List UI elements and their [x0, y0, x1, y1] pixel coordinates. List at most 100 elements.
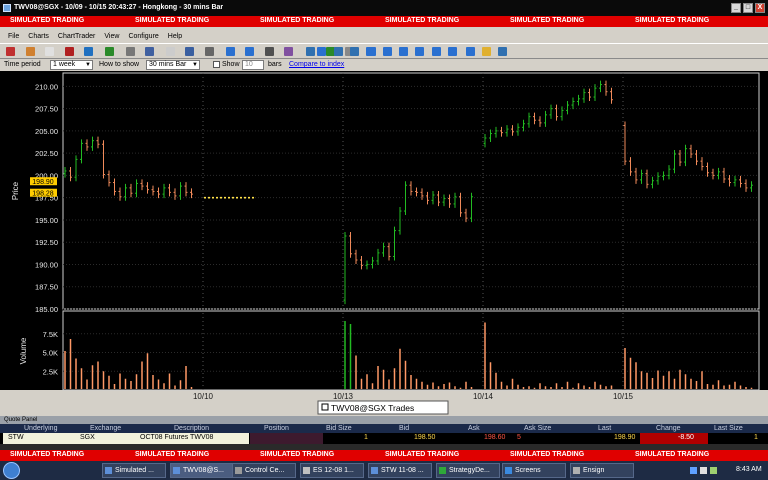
delete-icon[interactable] — [64, 47, 74, 56]
volume-icon[interactable] — [700, 467, 707, 474]
how-to-show-value: 30 mins Bar — [149, 61, 187, 68]
taskbar-item-2[interactable]: Control Ce... — [232, 463, 296, 478]
rect-icon[interactable] — [383, 47, 392, 56]
taskbar-item-label: STW 11-08 ... — [381, 467, 424, 474]
text-icon[interactable] — [284, 47, 294, 56]
channel-icon[interactable] — [366, 47, 375, 56]
volume-tick-label: 2.5K — [43, 367, 58, 376]
price-tick-label: 190.00 — [35, 260, 58, 269]
taskbar-item-1[interactable]: TWV08@S... — [170, 463, 234, 478]
x-tick-label: 10/14 — [473, 392, 494, 401]
chevron-down-icon: ▼ — [192, 62, 198, 68]
sim-top-label-0: SIMULATED TRADING — [10, 17, 85, 24]
stop-icon[interactable] — [6, 47, 16, 56]
layout-icon[interactable] — [264, 47, 274, 56]
compare-to-index-link[interactable]: Compare to index — [289, 61, 344, 68]
line-icon[interactable] — [104, 47, 114, 56]
refresh-icon[interactable] — [466, 47, 475, 56]
sim-bottom-label-1: SIMULATED TRADING — [135, 451, 210, 458]
menu-charttrader[interactable]: ChartTrader — [58, 33, 95, 40]
taskbar-item-3[interactable]: ES 12-08 1... — [300, 463, 364, 478]
sim-top-label-1: SIMULATED TRADING — [135, 17, 210, 24]
price-tick-label: 207.50 — [35, 105, 58, 114]
chart-icon[interactable] — [84, 47, 94, 56]
taskbar-item-4[interactable]: STW 11-08 ... — [368, 463, 432, 478]
measure-icon[interactable] — [415, 47, 424, 56]
header-last: Last — [598, 425, 612, 432]
simulated-trading-banner-top: SIMULATED TRADING SIMULATED TRADING SIMULA… — [0, 16, 768, 27]
bars-count-input[interactable]: 10 — [242, 60, 264, 70]
fib-icon[interactable] — [350, 47, 359, 56]
sim-bottom-label-4: SIMULATED TRADING — [510, 451, 585, 458]
redo-icon[interactable] — [317, 47, 326, 56]
menu-charts[interactable]: Charts — [28, 33, 49, 40]
price-tick-label: 205.00 — [35, 127, 58, 136]
x-tick-label: 10/13 — [333, 392, 354, 401]
taskbar-item-label: Simulated ... — [115, 467, 154, 474]
zoom-out-icon[interactable] — [448, 47, 457, 56]
taskbar-item-label: StrategyDe... — [449, 467, 490, 474]
bars-icon[interactable] — [125, 47, 135, 56]
table-icon[interactable] — [185, 47, 195, 56]
app-icon — [439, 467, 446, 474]
quote-description: OCT08 Futures TWV08 — [140, 434, 214, 441]
trend-icon[interactable] — [306, 47, 316, 56]
menu-file[interactable]: File — [8, 33, 19, 40]
price-tick-label: 192.50 — [35, 238, 58, 247]
alert-icon[interactable] — [482, 47, 491, 56]
header-ask-size: Ask Size — [524, 425, 552, 432]
menu-configure[interactable]: Configure — [128, 33, 158, 40]
menu-help[interactable]: Help — [168, 33, 182, 40]
pencil-icon[interactable] — [25, 47, 35, 56]
sim-bottom-label-5: SIMULATED TRADING — [635, 451, 710, 458]
quote-change: -8.50 — [678, 434, 694, 441]
taskbar-item-5[interactable]: StrategyDe... — [436, 463, 500, 478]
settings-icon[interactable] — [498, 47, 507, 56]
quote-last: 198.90 — [614, 434, 636, 441]
quote-panel-header: Underlying Exchange Description Position… — [0, 424, 768, 433]
quote-ask-size: 5 — [517, 434, 521, 441]
quote-row[interactable]: STW SGX OCT08 Futures TWV08 1 198.50 198… — [0, 433, 768, 444]
indicator-icon[interactable] — [204, 47, 214, 56]
show-checkbox[interactable] — [213, 61, 220, 68]
minimize-button[interactable]: _ — [731, 3, 741, 13]
time-period-value: 1 week — [53, 61, 76, 68]
time-period-select[interactable]: 1 week ▼ — [50, 60, 93, 70]
maximize-button[interactable]: □ — [743, 3, 753, 13]
sim-top-label-2: SIMULATED TRADING — [260, 17, 335, 24]
header-description: Description — [174, 425, 210, 432]
taskbar-item-label: ES 12-08 1... — [313, 467, 354, 474]
chart-area[interactable]: 210.00 207.50 205.00 202.50 200.00 197.50 195.… — [0, 71, 768, 416]
header-bid-size: Bid Size — [326, 425, 352, 432]
header-change: Change — [656, 425, 681, 432]
how-to-show-select[interactable]: 30 mins Bar ▼ — [146, 60, 200, 70]
taskbar-item-7[interactable]: Ensign — [570, 463, 634, 478]
window-title: TWV08@SGX - 10/09 - 10/15 20:43:27 - Hon… — [14, 4, 224, 11]
taskbar-clock[interactable]: 8:43 AM — [736, 466, 762, 473]
zoom-in-icon[interactable] — [432, 47, 441, 56]
price-tick-label: 195.00 — [35, 216, 58, 225]
print-icon[interactable] — [245, 47, 255, 56]
sim-bottom-label-0: SIMULATED TRADING — [10, 451, 85, 458]
network-icon[interactable] — [690, 467, 697, 474]
circle-icon[interactable] — [165, 47, 175, 56]
zoom-icon[interactable] — [45, 47, 55, 56]
sim-top-label-3: SIMULATED TRADING — [385, 17, 460, 24]
sim-bottom-label-3: SIMULATED TRADING — [385, 451, 460, 458]
quote-row-position-bg — [250, 433, 323, 444]
start-button[interactable] — [3, 462, 20, 479]
close-button[interactable]: X — [755, 3, 765, 13]
menu-view[interactable]: View — [104, 33, 119, 40]
grid-icon[interactable] — [145, 47, 155, 56]
app-icon — [505, 467, 512, 474]
price-volume-chart[interactable]: 210.00207.50205.00202.50200.00197.50195.… — [0, 71, 768, 416]
volume-axis-title: Volume — [19, 337, 28, 364]
taskbar-item-label: TWV08@S... — [183, 467, 224, 474]
ellipse-icon[interactable] — [399, 47, 408, 56]
taskbar-item-0[interactable]: Simulated ... — [102, 463, 166, 478]
save-icon[interactable] — [225, 47, 235, 56]
arrow-icon[interactable] — [334, 47, 343, 56]
menu-bar: File Charts ChartTrader View Configure H… — [0, 30, 768, 42]
taskbar-item-6[interactable]: Screens — [502, 463, 566, 478]
tray-app-icon[interactable] — [710, 467, 717, 474]
